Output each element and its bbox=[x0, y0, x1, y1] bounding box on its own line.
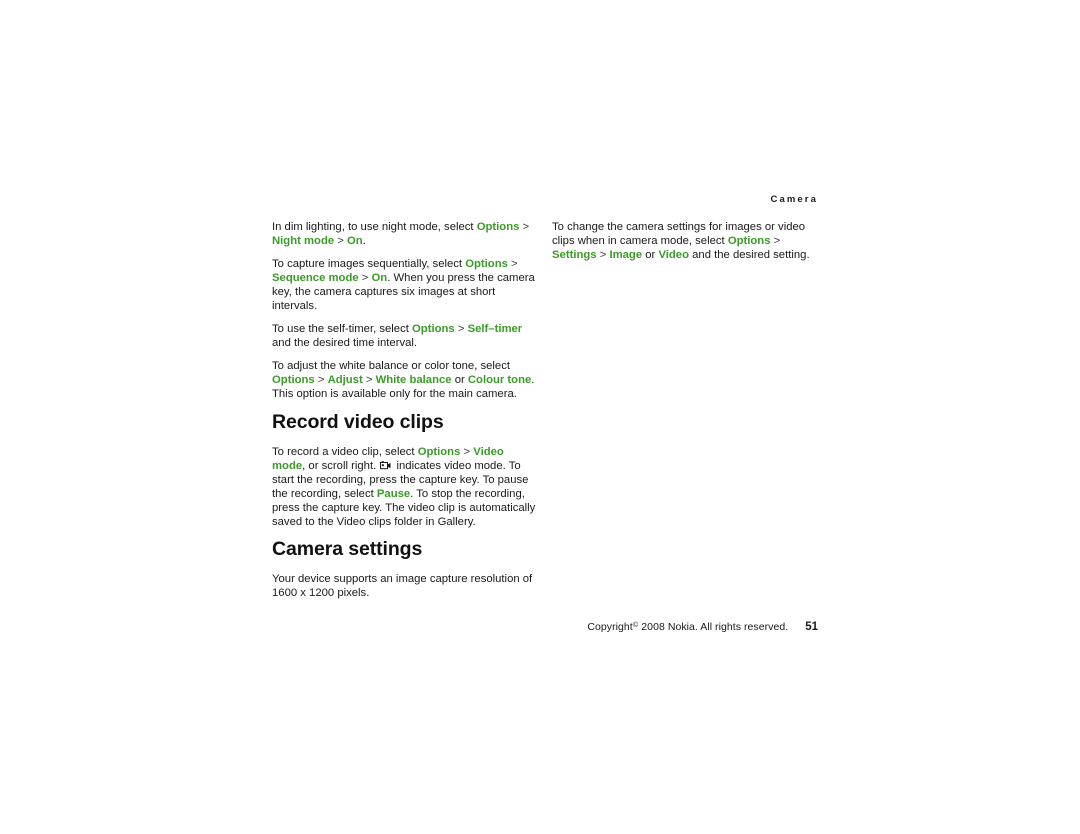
copyright-word: Copyright bbox=[587, 621, 633, 633]
path-separator: > bbox=[507, 258, 518, 271]
ui-term: Options bbox=[465, 258, 508, 271]
paragraph-self-timer: To use the self-timer, select Options > … bbox=[272, 322, 536, 350]
ui-term: Pause bbox=[376, 487, 411, 500]
page-number: 51 bbox=[805, 621, 818, 633]
text-run: and the desired setting. bbox=[689, 249, 810, 262]
left-column-paragraphs: In dim lighting, to use night mode, sele… bbox=[272, 220, 536, 402]
left-column: In dim lighting, to use night mode, sele… bbox=[272, 220, 536, 609]
ui-term: Sequence mode bbox=[272, 272, 359, 285]
running-head: Camera bbox=[770, 194, 818, 205]
ui-term: Colour tone bbox=[467, 374, 532, 387]
path-separator: > bbox=[362, 374, 376, 387]
path-separator: > bbox=[454, 323, 468, 336]
copyright-rest: 2008 Nokia. All rights reserved. bbox=[641, 621, 789, 633]
right-column: To change the camera settings for images… bbox=[552, 220, 818, 271]
paragraph-sequence-mode: To capture images sequentially, select O… bbox=[272, 257, 536, 313]
text-run: , or scroll right. bbox=[302, 459, 380, 472]
path-separator: > bbox=[770, 235, 781, 248]
record-video-paragraph-slot: To record a video clip, select Options >… bbox=[272, 445, 536, 529]
heading-record-video-clips: Record video clips bbox=[272, 410, 444, 433]
ui-term: Self–timer bbox=[467, 323, 523, 336]
page-footer: Copyright© 2008 Nokia. All rights reserv… bbox=[272, 618, 818, 634]
ui-term: Video bbox=[658, 249, 689, 262]
ui-term: On bbox=[371, 272, 388, 285]
paragraph-capture-resolution: Your device supports an image capture re… bbox=[272, 572, 536, 600]
ui-term: On bbox=[347, 235, 363, 248]
text-run: . bbox=[362, 235, 366, 248]
text-run: To adjust the white balance or color ton… bbox=[272, 360, 511, 373]
path-separator: > bbox=[460, 445, 474, 458]
paragraph-record-video: To record a video clip, select Options >… bbox=[272, 445, 536, 529]
paragraph-night-mode: In dim lighting, to use night mode, sele… bbox=[272, 220, 536, 248]
camera-settings-paragraph-slot: Your device supports an image capture re… bbox=[272, 572, 536, 600]
ui-term: Image bbox=[609, 249, 643, 262]
ui-term: Options bbox=[727, 235, 771, 248]
ui-term: White balance bbox=[375, 374, 452, 387]
ui-term: Settings bbox=[552, 249, 597, 262]
ui-term: Options bbox=[417, 445, 461, 458]
text-run: Your device supports an image capture re… bbox=[272, 572, 533, 599]
manual-page: Camera In dim lighting, to use night mod… bbox=[0, 0, 1080, 834]
text-run: To capture images sequentially, select bbox=[272, 258, 466, 271]
path-separator: > bbox=[314, 374, 328, 387]
ui-term: Options bbox=[272, 374, 315, 387]
text-run: and the desired time interval. bbox=[272, 337, 418, 350]
heading-camera-settings: Camera settings bbox=[272, 537, 423, 560]
text-run: or bbox=[642, 249, 659, 262]
copyright-symbol-icon: © bbox=[632, 620, 639, 629]
text-run: In dim lighting, to use night mode, sele… bbox=[272, 221, 477, 233]
ui-term: Night mode bbox=[272, 235, 335, 248]
text-run: To use the self-timer, select bbox=[272, 323, 413, 336]
ui-term: Options bbox=[476, 221, 520, 233]
text-run: or bbox=[451, 374, 468, 387]
path-separator: > bbox=[596, 249, 610, 262]
path-separator: > bbox=[519, 221, 530, 233]
ui-term: Adjust bbox=[327, 374, 363, 387]
copyright-notice: Copyright© 2008 Nokia. All rights reserv… bbox=[587, 620, 791, 633]
ui-term: Options bbox=[412, 323, 455, 336]
paragraph-camera-settings-path: To change the camera settings for images… bbox=[552, 220, 818, 262]
path-separator: > bbox=[334, 235, 348, 248]
path-separator: > bbox=[358, 272, 372, 285]
text-run: To record a video clip, select bbox=[272, 445, 418, 458]
paragraph-white-balance: To adjust the white balance or color ton… bbox=[272, 359, 536, 401]
video-mode-icon bbox=[380, 460, 391, 470]
right-column-paragraphs: To change the camera settings for images… bbox=[552, 220, 818, 262]
